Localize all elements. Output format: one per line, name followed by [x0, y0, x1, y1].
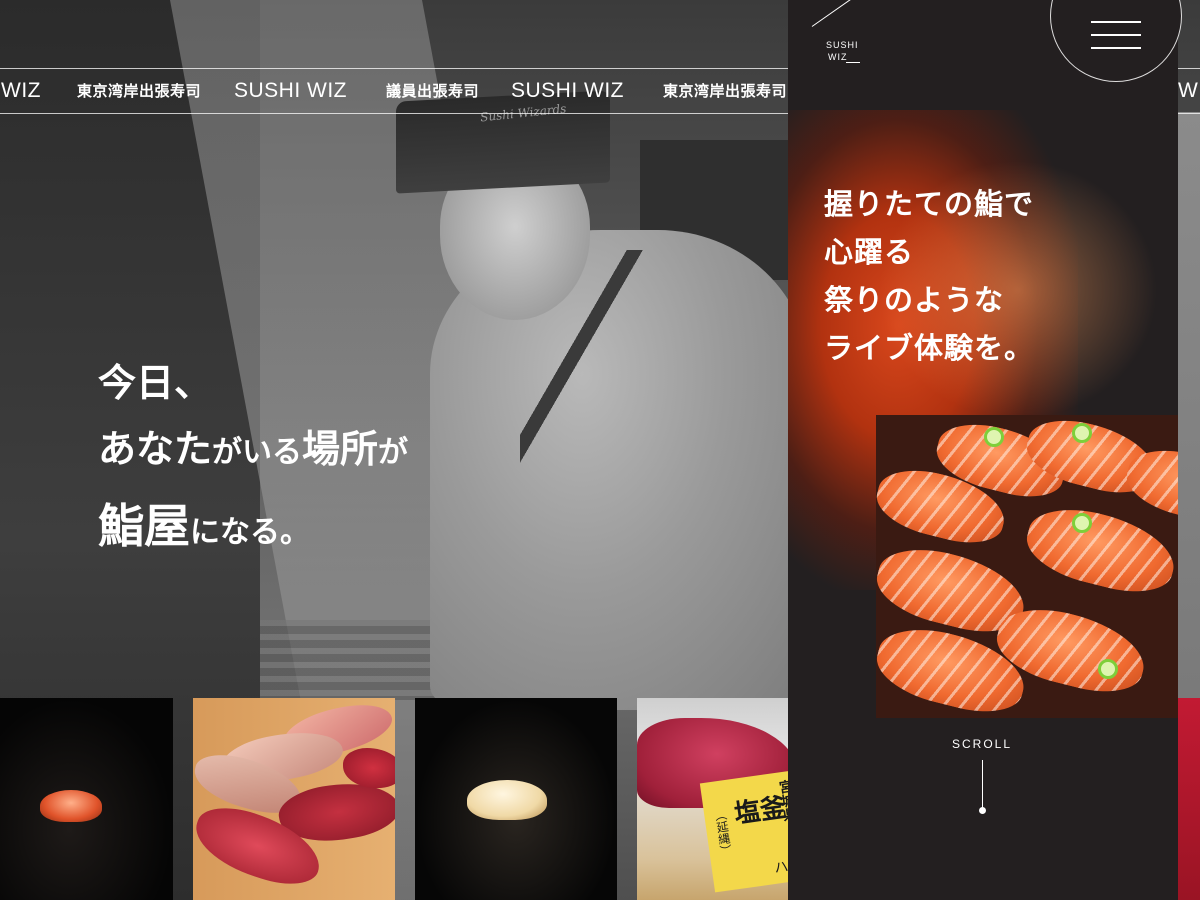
marquee-item: 東京湾岸出張寿司 [663, 82, 788, 100]
scroll-indicator-label[interactable]: SCROLL [952, 737, 1012, 751]
scallion-garnish [1098, 659, 1118, 679]
hero-background-edge [1178, 112, 1200, 698]
tagline-line: 握りたての鮨で [824, 187, 1035, 221]
origin-tag: （延縄） 塩釜 宮城県 ハゲ [699, 769, 797, 893]
gallery-photo-partial [1178, 698, 1200, 900]
nigiri-piece [467, 780, 547, 820]
headline-line-1: 今日、 [98, 361, 213, 405]
marquee-item: 議員出張寿司 [386, 82, 480, 100]
tagline-line: 祭りのような [824, 283, 1005, 317]
gallery-photo-nigiri-light [415, 698, 617, 900]
panel-tagline: 握りたての鮨で 心躍る 祭りのような ライブ体験を。 [824, 180, 1034, 372]
marquee-item: SUSHI WIZ [511, 79, 624, 102]
salmon-nigiri [1019, 497, 1178, 603]
headline-word: 鮨屋 [98, 499, 190, 553]
headline-particle: がいる [212, 435, 303, 470]
logo-text-line-1: SUSHI [826, 40, 859, 50]
nigiri-piece [40, 790, 102, 822]
scroll-indicator-dot [979, 807, 986, 814]
headline-line-2: あなたがいる場所が [98, 416, 408, 486]
marquee-item: WIZ [1178, 79, 1200, 102]
headline-line-3: 鮨屋になる。 [98, 486, 408, 573]
hamburger-menu-icon [1091, 47, 1141, 49]
marquee-item: WIZ [1, 79, 41, 102]
origin-tag-method: （延縄） [712, 808, 734, 858]
scroll-indicator-line [982, 760, 983, 810]
logo-underline [846, 62, 860, 63]
headline-word: 場所 [302, 427, 379, 471]
gallery-photo-assorted-nigiri [193, 698, 395, 900]
gallery-photo-nigiri-dark [0, 698, 173, 900]
logo-text-line-2: WIZ [828, 52, 848, 62]
tagline-line: ライブ体験を。 [824, 331, 1035, 365]
headline-particle: になる。 [190, 515, 310, 550]
headline-particle: が [378, 435, 409, 470]
scallion-garnish [1072, 423, 1092, 443]
hamburger-menu-icon [1091, 34, 1141, 36]
hamburger-menu-icon [1091, 21, 1141, 23]
marquee-item: 東京湾岸出張寿司 [77, 82, 202, 100]
marquee-item: SUSHI WIZ [234, 79, 347, 102]
headline-word: あなた [98, 427, 213, 471]
hero-headline: 今日、 あなたがいる場所が 鮨屋になる。 [98, 350, 408, 573]
scallion-garnish [1072, 513, 1092, 533]
nigiri-piece [343, 748, 395, 788]
tagline-line: 心躍る [824, 235, 915, 269]
feature-photo-salmon-nigiri [876, 415, 1178, 718]
gallery-photo-tuna-label: （延縄） 塩釜 宮城県 ハゲ [637, 698, 797, 900]
sushi-wiz-logo[interactable]: SUSHI WIZ [811, 0, 862, 64]
scallion-garnish [984, 427, 1004, 447]
